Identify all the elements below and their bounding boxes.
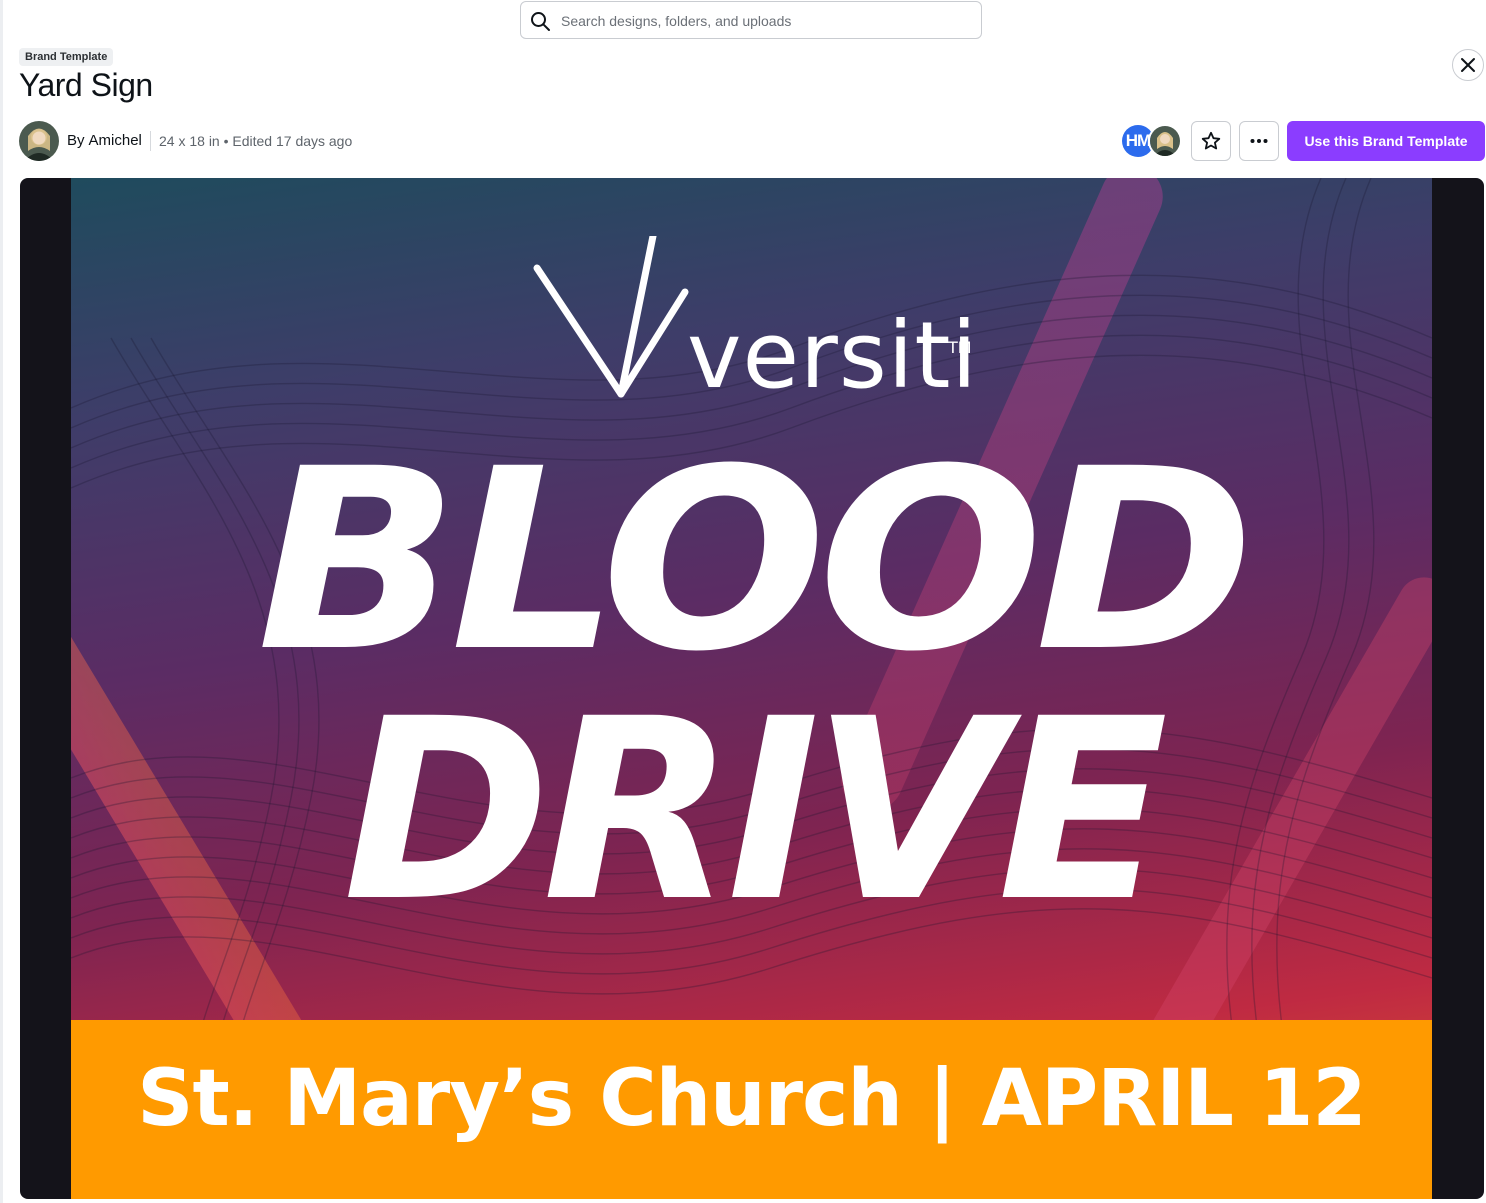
design-meta: 24 x 18 in • Edited 17 days ago — [159, 133, 353, 149]
logo-wordmark: versiti — [687, 302, 978, 409]
close-button[interactable] — [1452, 49, 1484, 81]
design-canvas[interactable]: versiti TM BLOOD DRIVE St. Mary’s Church… — [71, 178, 1432, 1199]
author-name[interactable]: Amichel — [89, 132, 142, 149]
close-icon — [1461, 58, 1475, 72]
byline-prefix: By — [67, 132, 85, 149]
more-icon — [1250, 139, 1268, 143]
collaborator-photo-icon — [1150, 126, 1180, 156]
star-icon — [1201, 131, 1221, 150]
logo-trademark: TM — [948, 338, 972, 357]
search-input[interactable] — [561, 8, 971, 34]
event-banner: St. Mary’s Church | APRIL 12 — [71, 1020, 1432, 1199]
headline-line-2: DRIVE — [342, 665, 1168, 956]
event-banner-text: St. Mary’s Church | APRIL 12 — [137, 1054, 1366, 1144]
page-title: Yard Sign — [19, 67, 153, 103]
star-button[interactable] — [1191, 121, 1231, 161]
versiti-logo-mark — [533, 236, 689, 398]
search-icon — [531, 12, 550, 31]
author-byline: By Amichel — [67, 131, 142, 151]
search-bar[interactable] — [520, 1, 982, 39]
page-left-border — [0, 0, 3, 1203]
use-brand-template-button[interactable]: Use this Brand Template — [1287, 121, 1485, 161]
collaborator-avatar-photo[interactable] — [1148, 124, 1182, 158]
author-photo-icon — [19, 121, 59, 161]
design-preview-frame: versiti TM BLOOD DRIVE St. Mary’s Church… — [20, 178, 1484, 1199]
more-options-button[interactable] — [1239, 121, 1279, 161]
author-avatar[interactable] — [19, 121, 59, 161]
meta-divider — [150, 131, 151, 151]
headline-line-1: BLOOD — [256, 415, 1255, 706]
